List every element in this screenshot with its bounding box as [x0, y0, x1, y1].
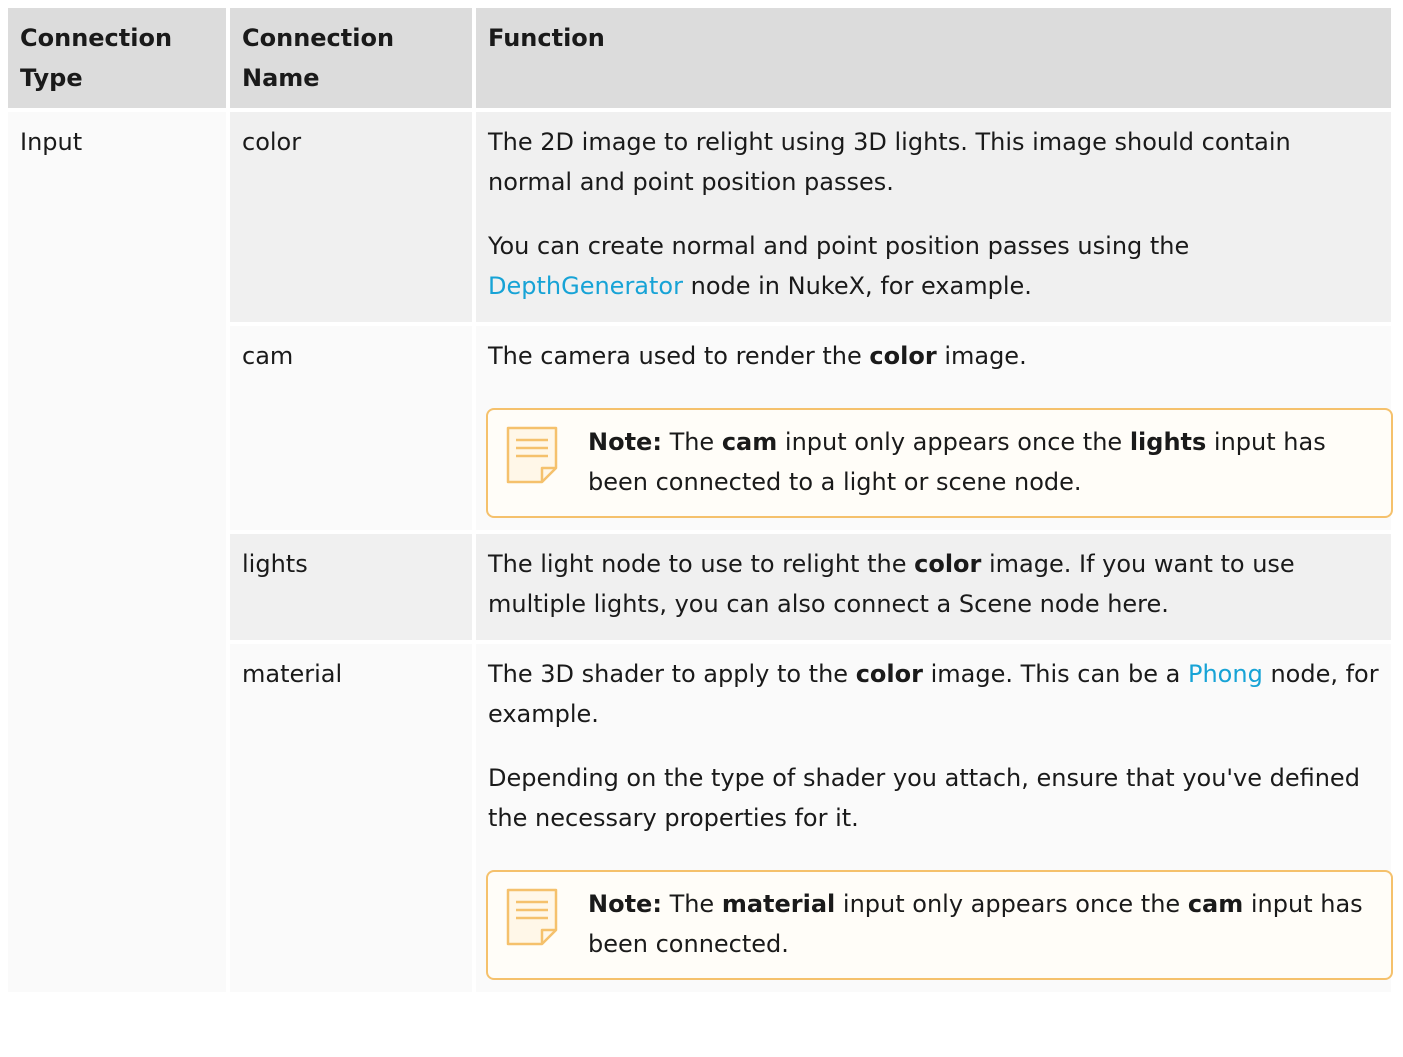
connections-table: Connection Type Connection Name Function…: [4, 4, 1395, 996]
note-box: Note: The material input only appears on…: [486, 870, 1393, 980]
depthgenerator-link[interactable]: DepthGenerator: [488, 272, 683, 300]
table-row: Input color The 2D image to relight usin…: [8, 112, 1391, 992]
function-cell: The camera used to render the color imag…: [476, 326, 1393, 530]
function-cell: The 3D shader to apply to the color imag…: [476, 644, 1393, 992]
connection-name-cell: color: [230, 112, 472, 322]
connection-name-cell: material: [230, 644, 472, 992]
note-box: Note: The cam input only appears once th…: [486, 408, 1393, 518]
header-connection-type: Connection Type: [8, 8, 226, 108]
header-function: Function: [476, 8, 1391, 108]
note-icon: [506, 888, 558, 946]
connection-name-cell: cam: [230, 326, 472, 530]
function-text: The 2D image to relight using 3D lights.…: [488, 128, 1291, 196]
function-cell: The light node to use to relight the col…: [476, 534, 1391, 640]
function-text: The light node to use to relight the col…: [488, 550, 1295, 618]
connection-type-cell: Input: [8, 112, 226, 992]
function-cell: The 2D image to relight using 3D lights.…: [476, 112, 1391, 322]
connection-name-cell: lights: [230, 534, 472, 640]
phong-link[interactable]: Phong: [1188, 660, 1263, 688]
function-text: Depending on the type of shader you atta…: [488, 764, 1360, 832]
function-text: The camera used to render the color imag…: [488, 342, 1027, 370]
header-connection-name: Connection Name: [230, 8, 472, 108]
note-text: Note: The cam input only appears once th…: [588, 428, 1326, 496]
note-text: Note: The material input only appears on…: [588, 890, 1363, 958]
note-icon: [506, 426, 558, 484]
table-header-row: Connection Type Connection Name Function: [8, 8, 1391, 108]
function-text: You can create normal and point position…: [488, 232, 1190, 300]
function-text: The 3D shader to apply to the color imag…: [488, 660, 1379, 728]
